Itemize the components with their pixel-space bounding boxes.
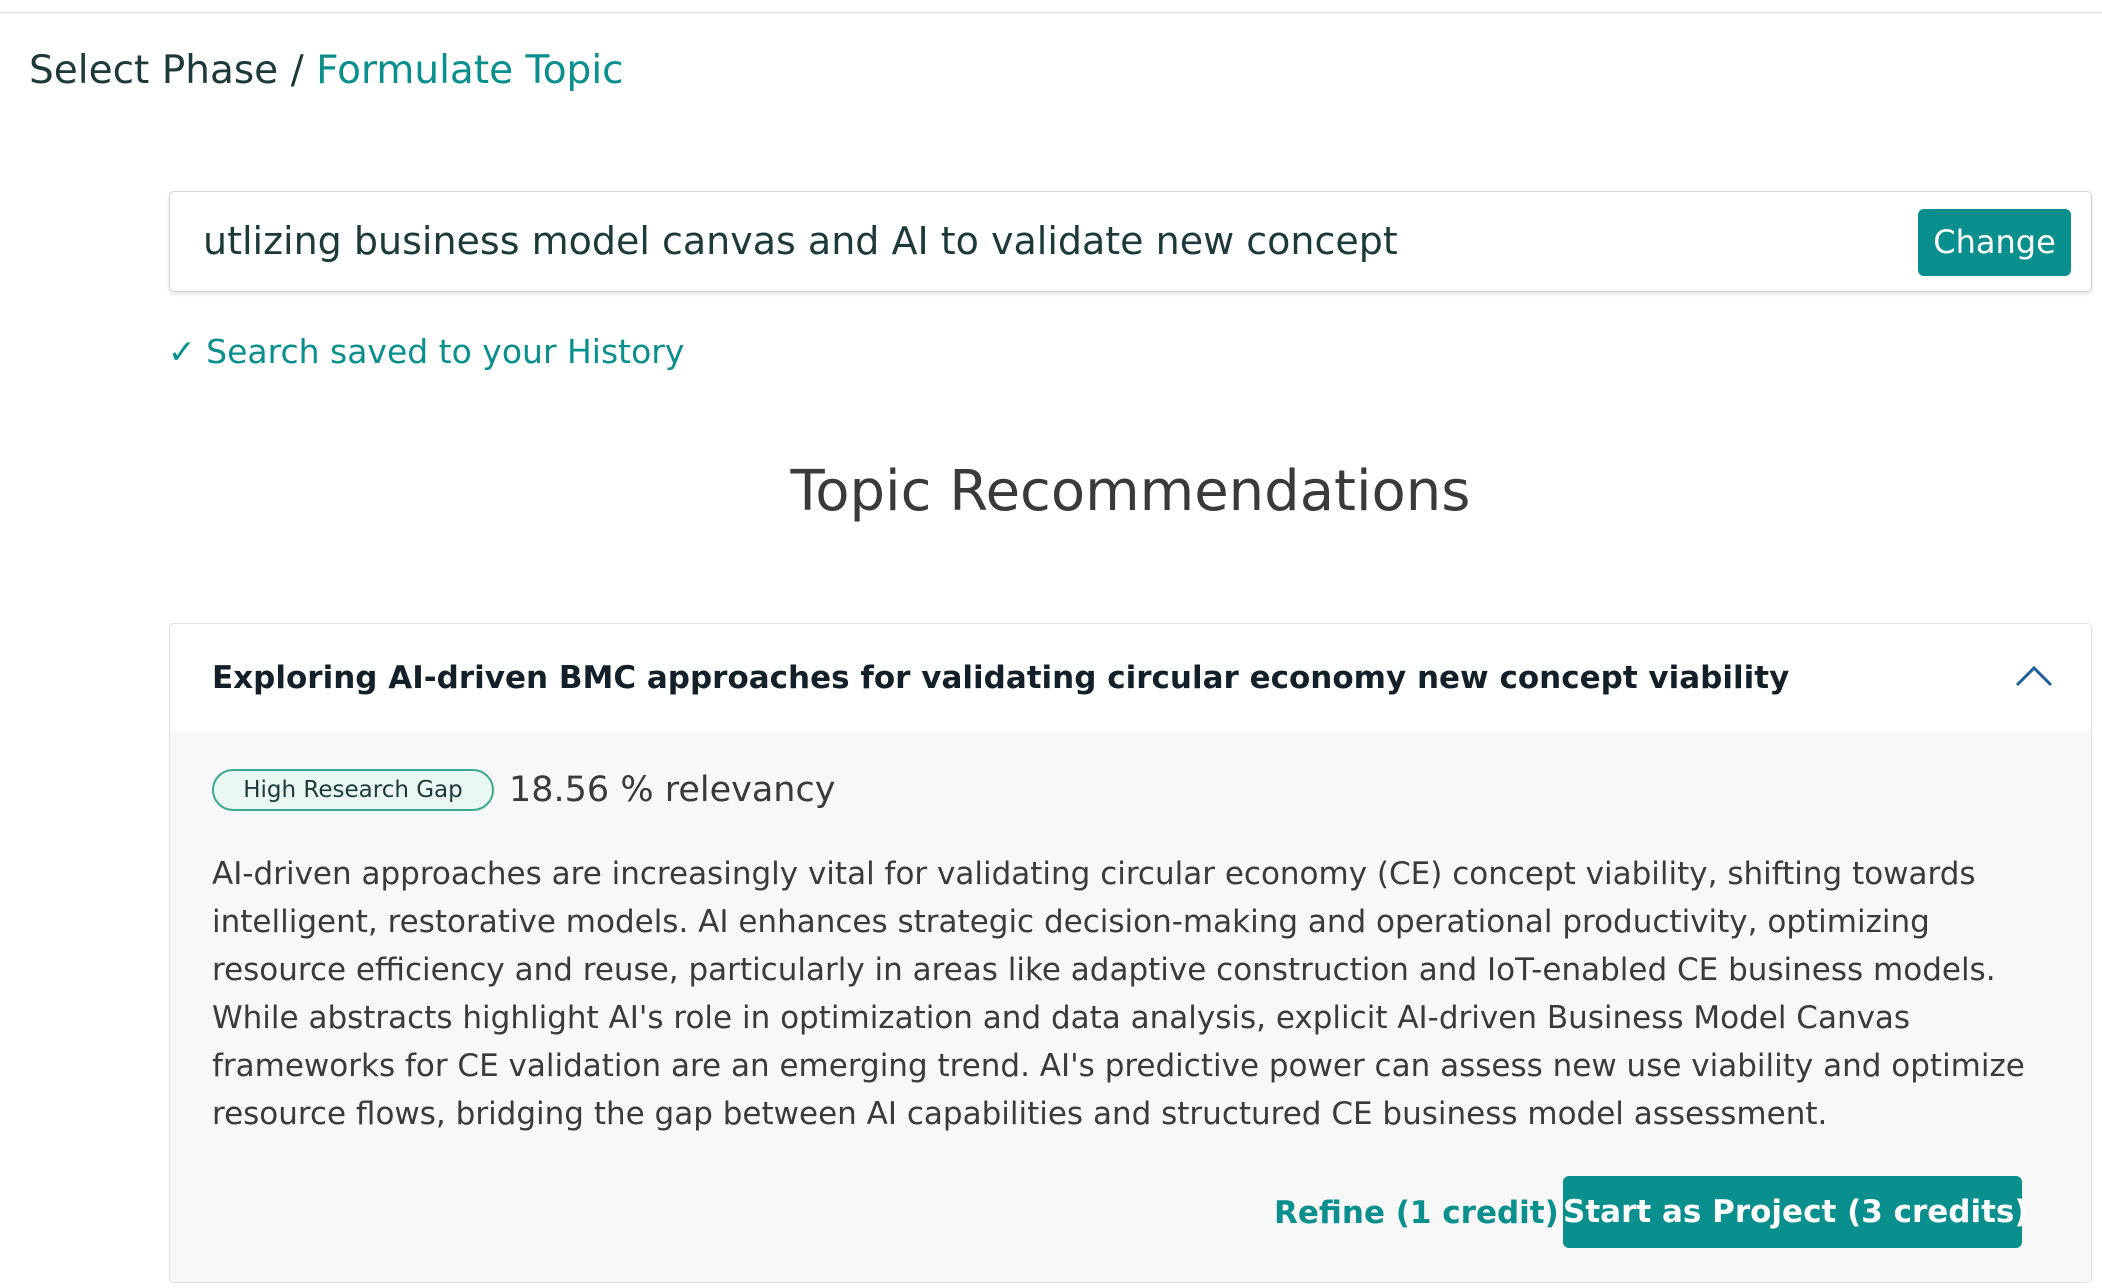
research-gap-badge: High Research Gap	[212, 769, 494, 811]
search-query-text: utlizing business model canvas and AI to…	[203, 219, 1398, 263]
start-project-button[interactable]: Start as Project (3 credits)	[1563, 1176, 2029, 1248]
relevancy-score: 18.56 % relevancy	[509, 770, 836, 810]
top-divider	[0, 0, 2102, 13]
search-saved-confirmation: ✓ Search saved to your History	[168, 332, 685, 371]
change-search-button[interactable]: Change	[1918, 209, 2071, 276]
topic-card: Exploring AI-driven BMC approaches for v…	[169, 623, 2092, 1283]
search-query-box: utlizing business model canvas and AI to…	[169, 191, 2092, 292]
topic-description: AI-driven approaches are increasingly vi…	[212, 856, 2025, 1132]
breadcrumb-current-page: Formulate Topic	[316, 48, 624, 93]
topic-title: Exploring AI-driven BMC approaches for v…	[212, 660, 1790, 696]
refine-button[interactable]: Refine (1 credit)	[1274, 1177, 1559, 1249]
breadcrumb-separator: /	[290, 48, 304, 93]
chevron-up-icon[interactable]	[2013, 660, 2055, 690]
section-title: Topic Recommendations	[790, 459, 1471, 524]
breadcrumb: Select Phase / Formulate Topic	[29, 48, 624, 94]
breadcrumb-select-phase[interactable]: Select Phase	[29, 48, 278, 93]
topic-card-header[interactable]: Exploring AI-driven BMC approaches for v…	[170, 624, 2091, 731]
